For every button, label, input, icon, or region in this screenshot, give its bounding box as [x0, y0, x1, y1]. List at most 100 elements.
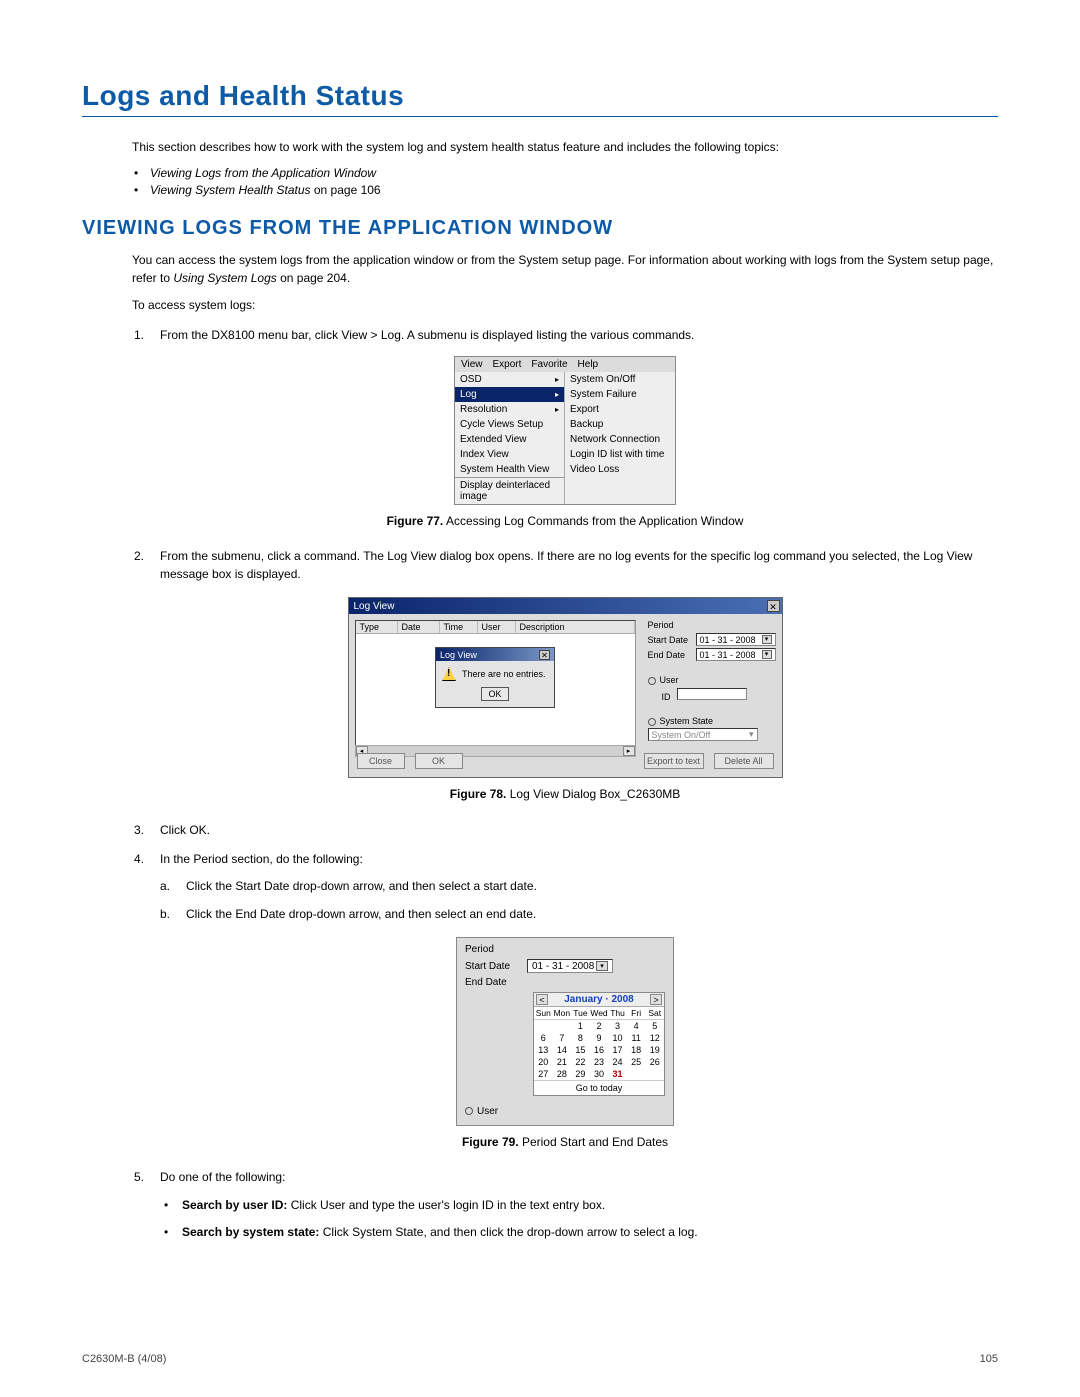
calendar-day[interactable]: 5: [645, 1020, 664, 1032]
close-icon[interactable]: ✕: [767, 600, 780, 612]
calendar-day[interactable]: 17: [608, 1044, 627, 1056]
submenu-network[interactable]: Network Connection: [565, 432, 675, 447]
end-date-field[interactable]: 01 - 31 - 2008▾: [696, 648, 776, 661]
calendar-day[interactable]: 29: [571, 1068, 590, 1080]
chevron-down-icon[interactable]: ▾: [762, 635, 772, 644]
calendar-day[interactable]: 21: [553, 1056, 572, 1068]
calendar-day[interactable]: 31: [608, 1068, 627, 1080]
menu-item-cycle[interactable]: Cycle Views Setup: [455, 417, 564, 432]
menu-item-log[interactable]: Log▸: [455, 387, 564, 402]
dialog-titlebar: Log View ✕: [349, 598, 782, 614]
user-radio[interactable]: User: [465, 1106, 665, 1117]
prev-month-button[interactable]: <: [536, 994, 548, 1005]
calendar-day: [553, 1020, 572, 1032]
col-description[interactable]: Description: [516, 621, 635, 633]
delete-all-button[interactable]: Delete All: [714, 753, 774, 769]
menu-item-extended[interactable]: Extended View: [455, 432, 564, 447]
user-radio[interactable]: User: [648, 675, 776, 685]
calendar-day[interactable]: 13: [534, 1044, 553, 1056]
menu-help[interactable]: Help: [578, 359, 599, 370]
system-state-dropdown[interactable]: System On/Off▾: [648, 728, 758, 741]
ok-button[interactable]: OK: [481, 687, 509, 701]
calendar: < January · 2008 > SunMonTueWedThuFriSat…: [533, 992, 665, 1096]
col-date[interactable]: Date: [398, 621, 440, 633]
menu-item-osd[interactable]: OSD▸: [455, 372, 564, 387]
calendar-day[interactable]: 30: [590, 1068, 609, 1080]
submenu-system-onoff[interactable]: System On/Off: [565, 372, 675, 387]
menu-favorite[interactable]: Favorite: [531, 359, 567, 370]
calendar-day[interactable]: 4: [627, 1020, 646, 1032]
calendar-day-header: Mon: [553, 1007, 572, 1020]
dialog-title: Log View: [354, 601, 395, 612]
message-box: Log View ✕ There are no entries. OK: [435, 647, 555, 708]
col-user[interactable]: User: [478, 621, 516, 633]
log-submenu: System On/Off System Failure Export Back…: [565, 372, 675, 504]
calendar-day[interactable]: 3: [608, 1020, 627, 1032]
figure-78-caption: Figure 78. Log View Dialog Box_C2630MB: [132, 786, 998, 803]
view-menu: OSD▸ Log▸ Resolution▸ Cycle Views Setup …: [455, 372, 565, 504]
body-text: To access system logs:: [132, 297, 998, 314]
chevron-down-icon[interactable]: ▾: [762, 650, 772, 659]
message-text: There are no entries.: [462, 669, 546, 679]
menu-item-index[interactable]: Index View: [455, 447, 564, 462]
intro-text: This section describes how to work with …: [132, 139, 998, 156]
go-to-today-button[interactable]: Go to today: [534, 1080, 664, 1095]
calendar-day[interactable]: 28: [553, 1068, 572, 1080]
period-label: Period: [465, 944, 665, 955]
close-button[interactable]: Close: [357, 753, 405, 769]
start-date-field[interactable]: 01 - 31 - 2008▾: [696, 633, 776, 646]
menu-export[interactable]: Export: [493, 359, 522, 370]
submenu-export[interactable]: Export: [565, 402, 675, 417]
calendar-day[interactable]: 15: [571, 1044, 590, 1056]
calendar-day[interactable]: 18: [627, 1044, 646, 1056]
id-input[interactable]: [677, 688, 747, 700]
step-item: 5.Do one of the following: Search by use…: [132, 1169, 998, 1241]
calendar-day[interactable]: 20: [534, 1056, 553, 1068]
body-text: You can access the system logs from the …: [132, 252, 998, 287]
submenu-login-id[interactable]: Login ID list with time: [565, 447, 675, 462]
topic-list: Viewing Logs from the Application Window…: [132, 166, 998, 197]
calendar-day[interactable]: 25: [627, 1056, 646, 1068]
calendar-day[interactable]: 11: [627, 1032, 646, 1044]
start-date-field[interactable]: 01 - 31 - 2008▾: [527, 959, 613, 973]
calendar-day[interactable]: 7: [553, 1032, 572, 1044]
scroll-right-icon[interactable]: ▸: [623, 746, 635, 756]
calendar-day[interactable]: 16: [590, 1044, 609, 1056]
figure-77-screenshot: View Export Favorite Help OSD▸ Log▸ Reso…: [454, 356, 676, 505]
start-date-label: Start Date: [648, 635, 689, 645]
chevron-down-icon[interactable]: ▾: [596, 961, 608, 971]
calendar-day[interactable]: 8: [571, 1032, 590, 1044]
calendar-day[interactable]: 10: [608, 1032, 627, 1044]
calendar-day[interactable]: 6: [534, 1032, 553, 1044]
menu-view[interactable]: View: [461, 359, 483, 370]
calendar-day[interactable]: 22: [571, 1056, 590, 1068]
calendar-day[interactable]: 2: [590, 1020, 609, 1032]
col-type[interactable]: Type: [356, 621, 398, 633]
chevron-down-icon[interactable]: ▾: [749, 729, 754, 740]
menu-item-deinterlace[interactable]: Display deinterlaced image: [455, 478, 564, 504]
calendar-day[interactable]: 23: [590, 1056, 609, 1068]
export-button[interactable]: Export to text: [644, 753, 704, 769]
ok-button[interactable]: OK: [415, 753, 463, 769]
calendar-day[interactable]: 12: [645, 1032, 664, 1044]
topic-item: Viewing Logs from the Application Window: [132, 166, 998, 180]
menu-item-health[interactable]: System Health View: [455, 462, 564, 477]
menu-item-resolution[interactable]: Resolution▸: [455, 402, 564, 417]
end-date-label: End Date: [648, 650, 686, 660]
submenu-system-failure[interactable]: System Failure: [565, 387, 675, 402]
substep-item: a.Click the Start Date drop-down arrow, …: [160, 878, 998, 895]
calendar-day[interactable]: 27: [534, 1068, 553, 1080]
system-state-radio[interactable]: System State: [648, 716, 776, 726]
calendar-day[interactable]: 24: [608, 1056, 627, 1068]
next-month-button[interactable]: >: [650, 994, 662, 1005]
substep-item: Search by system state: Click System Sta…: [160, 1224, 998, 1241]
calendar-day[interactable]: 19: [645, 1044, 664, 1056]
submenu-backup[interactable]: Backup: [565, 417, 675, 432]
calendar-day[interactable]: 1: [571, 1020, 590, 1032]
calendar-day[interactable]: 14: [553, 1044, 572, 1056]
close-icon[interactable]: ✕: [539, 650, 550, 660]
calendar-day[interactable]: 26: [645, 1056, 664, 1068]
col-time[interactable]: Time: [440, 621, 478, 633]
submenu-video-loss[interactable]: Video Loss: [565, 462, 675, 477]
calendar-day[interactable]: 9: [590, 1032, 609, 1044]
